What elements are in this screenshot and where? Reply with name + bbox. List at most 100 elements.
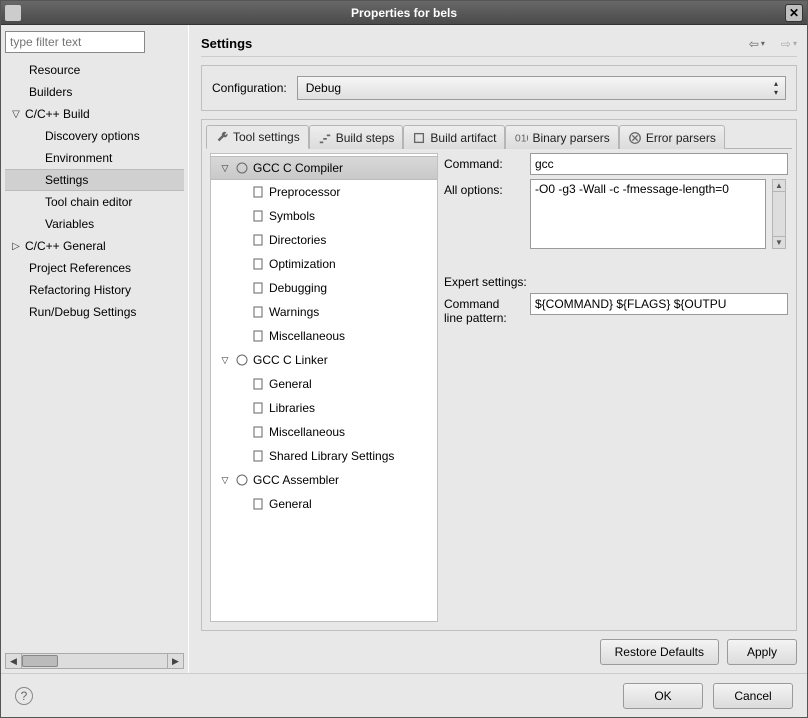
tree-item-refactoring-history[interactable]: Refactoring History	[5, 279, 184, 301]
tree-item-discovery[interactable]: Discovery options	[5, 125, 184, 147]
apply-button[interactable]: Apply	[727, 639, 797, 665]
tool-label: GCC C Compiler	[253, 161, 343, 175]
tree-item-ccbuild[interactable]: ▽C/C++ Build	[5, 103, 184, 125]
command-input[interactable]	[530, 153, 788, 175]
category-tree: Resource Builders ▽C/C++ Build Discovery…	[5, 59, 184, 653]
main-area: Resource Builders ▽C/C++ Build Discovery…	[1, 25, 807, 673]
dropdown-icon: ▾	[793, 39, 797, 48]
tool-label: General	[269, 497, 312, 511]
arrow-forward-icon: ⇨	[781, 37, 791, 51]
tool-node-optimization[interactable]: Optimization	[211, 252, 437, 276]
alloptions-textarea[interactable]: -O0 -g3 -Wall -c -fmessage-length=0	[530, 179, 766, 249]
tool-label: Miscellaneous	[269, 329, 345, 343]
close-button[interactable]: ✕	[785, 4, 803, 22]
tree-item-settings[interactable]: Settings	[5, 169, 184, 191]
tool-node-linker[interactable]: ▽GCC C Linker	[211, 348, 437, 372]
tool-node-asm-general[interactable]: General	[211, 492, 437, 516]
configuration-group: Configuration: Debug ▴▾	[201, 65, 797, 111]
header-nav: ⇦▾ ⇨▾	[749, 37, 797, 51]
page-icon	[251, 281, 265, 295]
tool-node-shared-lib[interactable]: Shared Library Settings	[211, 444, 437, 468]
chevron-right-icon: ▷	[9, 237, 23, 256]
tab-build-steps[interactable]: Build steps	[309, 125, 404, 149]
scroll-right-icon: ▶	[167, 654, 183, 668]
scroll-thumb[interactable]	[22, 655, 58, 667]
tool-node-compiler[interactable]: ▽ GCC C Compiler	[211, 156, 437, 180]
tree-item-toolchain[interactable]: Tool chain editor	[5, 191, 184, 213]
tabbar: Tool settings Build steps Build artifact…	[202, 120, 796, 148]
expert-settings-heading: Expert settings:	[444, 275, 788, 289]
filter-input[interactable]	[5, 31, 145, 53]
tree-item-run-debug[interactable]: Run/Debug Settings	[5, 301, 184, 323]
tab-label: Error parsers	[646, 131, 716, 145]
nav-back-button[interactable]: ⇦▾	[749, 37, 765, 51]
arrow-back-icon: ⇦	[749, 37, 759, 51]
alloptions-label: All options:	[444, 179, 524, 197]
command-label: Command:	[444, 153, 524, 171]
tool-label: Directories	[269, 233, 326, 247]
tool-node-libraries[interactable]: Libraries	[211, 396, 437, 420]
clp-label: Command line pattern:	[444, 293, 524, 325]
left-hscrollbar[interactable]: ◀ ▶	[5, 653, 184, 669]
page-icon	[251, 401, 265, 415]
tool-label: Debugging	[269, 281, 327, 295]
tool-node-misc-compiler[interactable]: Miscellaneous	[211, 324, 437, 348]
right-button-row: Restore Defaults Apply	[201, 631, 797, 665]
chevron-down-icon: ▽	[219, 355, 231, 366]
tab-error-parsers[interactable]: Error parsers	[619, 125, 725, 149]
chevron-down-icon: ▽	[219, 163, 231, 174]
page-icon	[251, 329, 265, 343]
tool-node-debugging[interactable]: Debugging	[211, 276, 437, 300]
tool-node-linker-general[interactable]: General	[211, 372, 437, 396]
page-title: Settings	[201, 36, 252, 51]
scroll-down-icon: ▼	[773, 236, 785, 248]
tool-icon	[235, 353, 249, 367]
tool-label: Optimization	[269, 257, 336, 271]
titlebar: Properties for bels ✕	[1, 1, 807, 25]
right-panel: Settings ⇦▾ ⇨▾ Configuration: Debug	[189, 25, 807, 673]
tab-tool-settings[interactable]: Tool settings	[206, 125, 309, 149]
tool-label: Shared Library Settings	[269, 449, 394, 463]
nav-forward-button[interactable]: ⇨▾	[781, 37, 797, 51]
command-line-pattern-input[interactable]	[530, 293, 788, 315]
chevron-down-icon: ▽	[9, 105, 23, 124]
scroll-up-icon: ▲	[773, 180, 785, 192]
artifact-icon	[412, 131, 426, 145]
tree-item-builders[interactable]: Builders	[5, 81, 184, 103]
scroll-left-icon: ◀	[6, 654, 22, 668]
tree-item-resource[interactable]: Resource	[5, 59, 184, 81]
page-icon	[251, 305, 265, 319]
restore-defaults-button[interactable]: Restore Defaults	[600, 639, 719, 665]
chevron-down-icon: ▽	[219, 475, 231, 486]
left-panel: Resource Builders ▽C/C++ Build Discovery…	[1, 25, 189, 673]
cancel-button[interactable]: Cancel	[713, 683, 793, 709]
tool-label: GCC Assembler	[253, 473, 339, 487]
tree-item-variables[interactable]: Variables	[5, 213, 184, 235]
tab-build-artifact[interactable]: Build artifact	[403, 125, 505, 149]
tool-label: Miscellaneous	[269, 425, 345, 439]
tool-node-warnings[interactable]: Warnings	[211, 300, 437, 324]
tool-node-symbols[interactable]: Symbols	[211, 204, 437, 228]
configuration-label: Configuration:	[212, 81, 287, 95]
page-icon	[251, 257, 265, 271]
tool-form: Command: All options: -O0 -g3 -Wall -c -…	[444, 153, 788, 622]
tool-node-directories[interactable]: Directories	[211, 228, 437, 252]
properties-dialog: Properties for bels ✕ Resource Builders …	[0, 0, 808, 718]
tab-tool-settings-page: ▽ GCC C Compiler Preprocessor Symbols Dir…	[206, 148, 792, 626]
tool-node-misc-linker[interactable]: Miscellaneous	[211, 420, 437, 444]
tree-item-ccgeneral[interactable]: ▷C/C++ General	[5, 235, 184, 257]
tree-item-project-references[interactable]: Project References	[5, 257, 184, 279]
tool-node-preprocessor[interactable]: Preprocessor	[211, 180, 437, 204]
configuration-value: Debug	[306, 81, 341, 95]
ok-button[interactable]: OK	[623, 683, 703, 709]
tool-node-assembler[interactable]: ▽ GCC Assembler	[211, 468, 437, 492]
help-button[interactable]: ?	[15, 687, 33, 705]
tree-item-environment[interactable]: Environment	[5, 147, 184, 169]
tab-binary-parsers[interactable]: 010 Binary parsers	[505, 125, 618, 149]
steps-icon	[318, 131, 332, 145]
app-icon	[5, 5, 21, 21]
alloptions-scrollbar[interactable]: ▲ ▼	[772, 179, 786, 249]
configuration-select[interactable]: Debug ▴▾	[297, 76, 786, 100]
page-icon	[251, 425, 265, 439]
footer: ? OK Cancel	[1, 673, 807, 717]
